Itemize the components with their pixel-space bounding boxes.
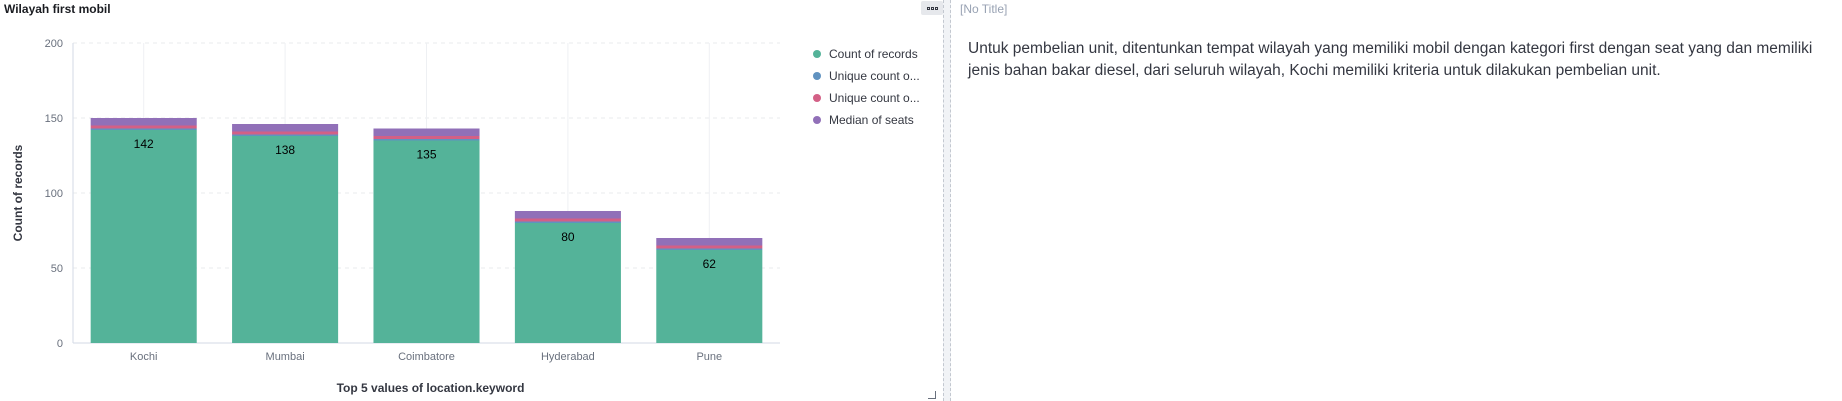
bar-segment [373,128,480,136]
bar-segment [373,139,480,141]
bar-segment [90,125,197,129]
y-tick-label: 100 [45,188,63,200]
legend-label: Unique count o... [829,69,920,83]
bar-segment [232,136,339,343]
bar-segment [90,128,197,130]
x-tick-label: Hyderabad [541,351,595,363]
dot-icon [926,6,930,10]
bar-segment [656,245,763,249]
legend-item[interactable]: Median of seats [813,109,933,131]
y-tick-label: 0 [57,338,63,350]
data-label: 138 [275,143,295,157]
bar-segment [232,124,339,132]
data-label: 62 [703,257,717,271]
legend-label: Count of records [829,47,918,61]
legend-item[interactable]: Unique count o... [813,87,933,109]
bar-segment [232,134,339,136]
panel-title: [No Title] [960,2,1008,16]
x-axis-title: Top 5 values of location.keyword [337,381,525,395]
legend-dot-icon [813,72,821,80]
bar-segment [514,211,621,219]
legend-dot-icon [813,94,821,102]
chart-panel: Wilayah first mobil 0 50 100 150 200 142 Kochi… [0,0,950,401]
dashboard: Wilayah first mobil 0 50 100 150 200 142 Kochi… [0,0,1842,401]
legend-label: Median of seats [829,113,914,127]
legend-label: Unique count o... [829,91,920,105]
bar-segment [656,248,763,250]
panel-options-button[interactable] [921,1,943,15]
data-label: 142 [134,137,154,151]
y-tick-label: 200 [45,38,63,50]
x-tick-label: Mumbai [266,351,305,363]
bar-segment [232,131,339,135]
y-tick-label: 150 [45,113,63,125]
dot-icon [930,6,934,10]
bar-chart: 0 50 100 150 200 142 Kochi 138 Mumbai 135 Coimbato… [11,38,780,395]
resize-handle[interactable] [928,391,936,399]
markdown-panel: [No Title] Untuk pembelian unit, ditentu… [952,0,1842,401]
legend-item[interactable]: Unique count o... [813,65,933,87]
x-tick-label: Coimbatore [398,351,455,363]
legend-dot-icon [813,50,821,58]
y-tick-label: 50 [51,263,63,275]
x-tick-label: Pune [696,351,722,363]
x-tick-label: Kochi [130,351,158,363]
legend-item[interactable]: Count of records [813,43,933,65]
bar-segment [514,218,621,222]
bar-segment [373,140,480,343]
bar-segment [514,221,621,223]
legend-dot-icon [813,116,821,124]
data-label: 135 [416,148,436,162]
bar-segment [656,238,763,246]
data-label: 80 [561,230,575,244]
bar-segment [373,136,480,139]
y-axis-title: Count of records [11,144,25,241]
bar-segment [90,118,197,126]
bar-segment [90,130,197,343]
chart-legend: Count of records Unique count o... Unique … [813,43,933,131]
panel-divider[interactable] [943,0,951,401]
markdown-text: Untuk pembelian unit, ditentunkan tempat… [968,40,1813,79]
dot-icon [934,6,938,10]
